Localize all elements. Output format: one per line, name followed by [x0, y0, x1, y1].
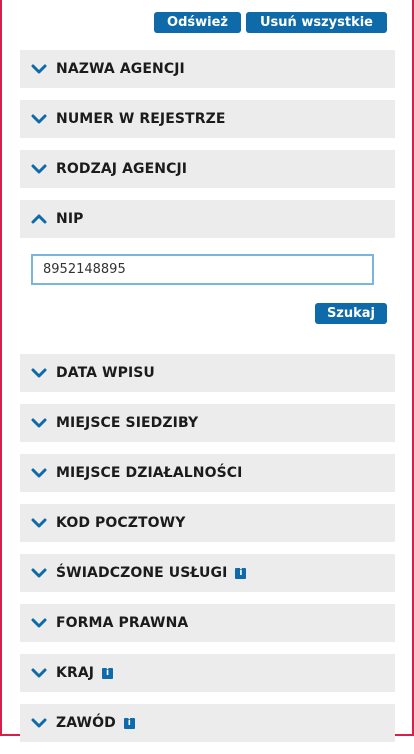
nip-filter-body: Szukaj — [20, 238, 395, 342]
filter-kod-pocztowy[interactable]: KOD POCZTOWY — [20, 504, 395, 542]
filter-kraj[interactable]: KRAJ i — [20, 654, 395, 692]
chevron-down-icon — [30, 60, 48, 78]
filter-label: ŚWIADCZONE USŁUGI — [56, 565, 228, 581]
filter-rodzaj-agencji[interactable]: RODZAJ AGENCJI — [20, 150, 395, 188]
filter-label: ZAWÓD — [56, 715, 116, 731]
filter-label: DATA WPISU — [56, 365, 155, 381]
chevron-down-icon — [30, 110, 48, 128]
filter-label: NUMER W REJESTRZE — [56, 111, 226, 127]
filter-list: NAZWA AGENCJI NUMER W REJESTRZE RODZAJ A… — [20, 50, 395, 754]
filter-label: MIEJSCE DZIAŁALNOŚCI — [56, 465, 243, 481]
filter-label: KRAJ — [56, 665, 95, 681]
chevron-down-icon — [30, 664, 48, 682]
filter-label: FORMA PRAWNA — [56, 615, 189, 631]
chevron-down-icon — [30, 564, 48, 582]
chevron-down-icon — [30, 364, 48, 382]
search-button[interactable]: Szukaj — [314, 303, 387, 324]
filter-nazwa-agencji[interactable]: NAZWA AGENCJI — [20, 50, 395, 88]
chevron-down-icon — [30, 160, 48, 178]
chevron-down-icon — [30, 614, 48, 632]
info-icon[interactable]: i — [123, 717, 135, 729]
filter-numer-w-rejestrze[interactable]: NUMER W REJESTRZE — [20, 100, 395, 138]
filter-miejsce-siedziby[interactable]: MIEJSCE SIEDZIBY — [20, 404, 395, 442]
remove-all-button[interactable]: Usuń wszystkie — [246, 12, 387, 33]
filter-label: RODZAJ AGENCJI — [56, 161, 188, 177]
nip-input[interactable] — [31, 254, 374, 285]
filter-label: NIP — [56, 211, 84, 227]
chevron-down-icon — [30, 514, 48, 532]
refresh-button[interactable]: Odśwież — [154, 12, 241, 33]
chevron-down-icon — [30, 414, 48, 432]
filter-forma-prawna[interactable]: FORMA PRAWNA — [20, 604, 395, 642]
filter-label: MIEJSCE SIEDZIBY — [56, 415, 199, 431]
filter-swiadczone-uslugi[interactable]: ŚWIADCZONE USŁUGI i — [20, 554, 395, 592]
chevron-down-icon — [30, 714, 48, 732]
filter-nip[interactable]: NIP — [20, 200, 395, 238]
info-icon[interactable]: i — [235, 567, 247, 579]
filter-data-wpisu[interactable]: DATA WPISU — [20, 354, 395, 392]
filter-zawod[interactable]: ZAWÓD i — [20, 704, 395, 742]
toolbar: Odśwież Usuń wszystkie — [154, 12, 387, 33]
filter-miejsce-dzialalnosci[interactable]: MIEJSCE DZIAŁALNOŚCI — [20, 454, 395, 492]
info-icon[interactable]: i — [102, 667, 114, 679]
chevron-down-icon — [30, 464, 48, 482]
filter-label: KOD POCZTOWY — [56, 515, 186, 531]
filter-label: NAZWA AGENCJI — [56, 61, 185, 77]
chevron-up-icon — [30, 210, 48, 228]
